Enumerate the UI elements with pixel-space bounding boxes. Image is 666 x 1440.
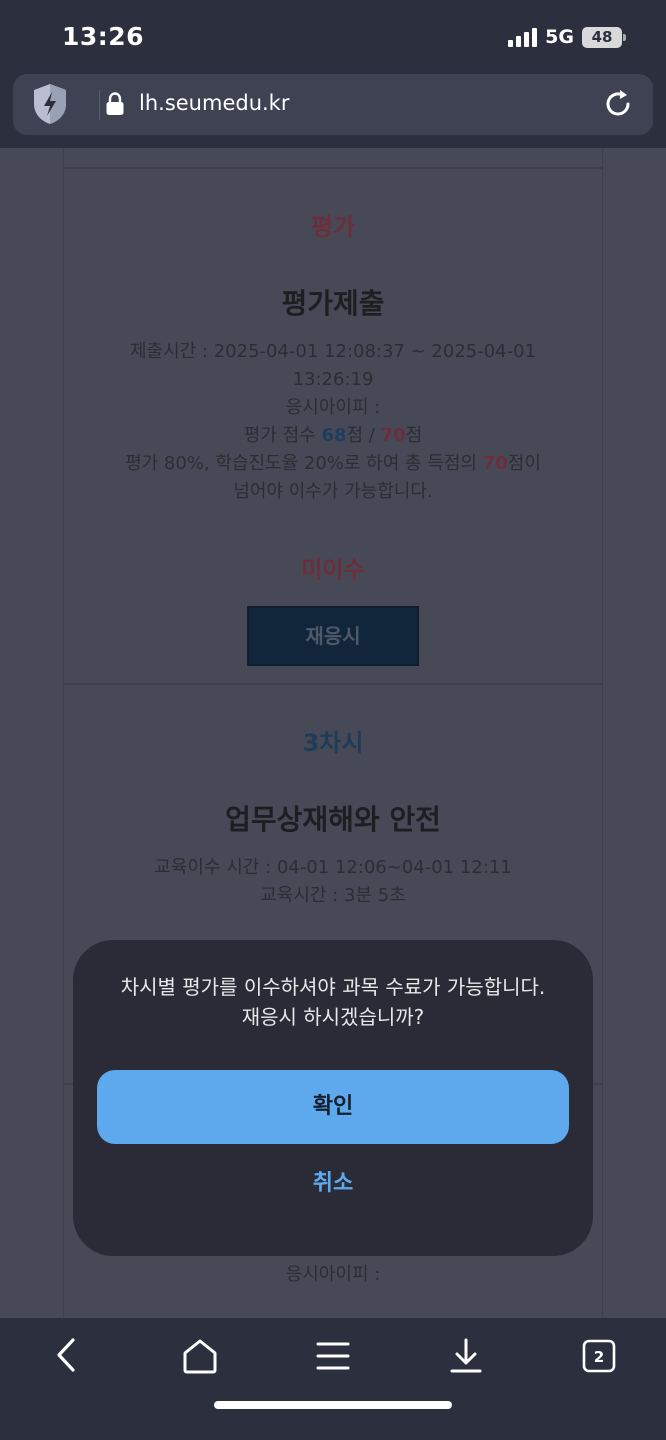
menu-icon[interactable]	[313, 1336, 353, 1376]
confirm-button[interactable]: 확인	[97, 1070, 569, 1144]
battery-icon: 48	[582, 26, 626, 48]
dialog-message: 차시별 평가를 이수하셔야 과목 수료가 가능합니다. 재응시 하시겠습니까?	[73, 972, 593, 1032]
shield-lightning-icon[interactable]	[31, 82, 69, 126]
back-icon[interactable]	[47, 1336, 87, 1376]
criteria-prefix: 평가 80%, 학습진도율 20%로 하여 총 득점의	[125, 453, 483, 474]
evaluation-section-label: 평가	[310, 213, 356, 241]
session-title: 업무상재해와 안전	[225, 803, 441, 836]
battery-level: 48	[591, 27, 613, 46]
completion-status: 미이수	[301, 557, 365, 583]
session-section-label: 3차시	[302, 729, 364, 757]
evaluation-card: 평가 평가제출 제출시간 : 2025-04-01 12:08:37 ~ 202…	[63, 168, 603, 684]
home-icon[interactable]	[180, 1336, 220, 1376]
score-value: 68	[321, 425, 347, 446]
study-duration: 교육시간 : 3분 5초	[260, 885, 406, 906]
score-mid: 점 /	[346, 425, 381, 446]
address-bar[interactable]: lh.seumedu.kr	[13, 74, 653, 135]
tab-count: 2	[594, 1348, 604, 1366]
download-icon[interactable]	[446, 1336, 486, 1376]
ip-label: 응시아이피 :	[285, 397, 381, 418]
score-line: 평가 점수 68점 / 70점	[64, 422, 602, 450]
submit-time: 제출시간 : 2025-04-01 12:08:37 ~ 2025-04-01	[129, 341, 537, 362]
evaluation-info: 제출시간 : 2025-04-01 12:08:37 ~ 2025-04-01 …	[64, 338, 602, 506]
completion-time: 교육이수 시간 : 04-01 12:06~04-01 12:11	[154, 857, 512, 878]
submit-time-end: 13:26:19	[292, 369, 374, 390]
score-prefix: 평가 점수	[243, 425, 322, 446]
url-divider	[99, 90, 100, 120]
browser-toolbar: 2	[0, 1318, 666, 1440]
url-text[interactable]: lh.seumedu.kr	[139, 91, 289, 115]
lock-icon	[106, 92, 124, 115]
criteria-line-2: 넘어야 이수가 가능합니다.	[233, 481, 433, 502]
previous-card-edge	[63, 148, 603, 168]
retry-button[interactable]: 재응시	[247, 606, 419, 666]
evaluation-title: 평가제출	[281, 287, 385, 320]
reload-icon[interactable]	[601, 87, 635, 121]
dialog-message-line-1: 차시별 평가를 이수하셔야 과목 수료가 가능합니다.	[120, 975, 546, 999]
dialog-message-line-2: 재응시 하시겠습니까?	[241, 1005, 425, 1029]
criteria-value: 70	[482, 453, 508, 474]
signal-icon	[508, 27, 538, 47]
cancel-button[interactable]: 취소	[233, 1162, 433, 1206]
bottom-ip-label: 응시아이피 :	[285, 1264, 381, 1285]
status-indicators: 5G 48	[508, 26, 626, 48]
session-info: 교육이수 시간 : 04-01 12:06~04-01 12:11 교육시간 :…	[64, 854, 602, 910]
criteria-suffix: 점이	[507, 453, 541, 474]
status-bar: 13:26 5G 48	[0, 0, 666, 72]
tabs-icon[interactable]: 2	[579, 1336, 619, 1376]
score-max: 70	[380, 425, 406, 446]
network-type: 5G	[545, 26, 574, 48]
confirm-dialog: 차시별 평가를 이수하셔야 과목 수료가 가능합니다. 재응시 하시겠습니까? …	[73, 940, 593, 1256]
status-time: 13:26	[62, 22, 145, 51]
score-suffix: 점	[405, 425, 423, 446]
criteria-line: 평가 80%, 학습진도율 20%로 하여 총 득점의 70점이	[64, 450, 602, 478]
home-indicator	[214, 1401, 452, 1409]
